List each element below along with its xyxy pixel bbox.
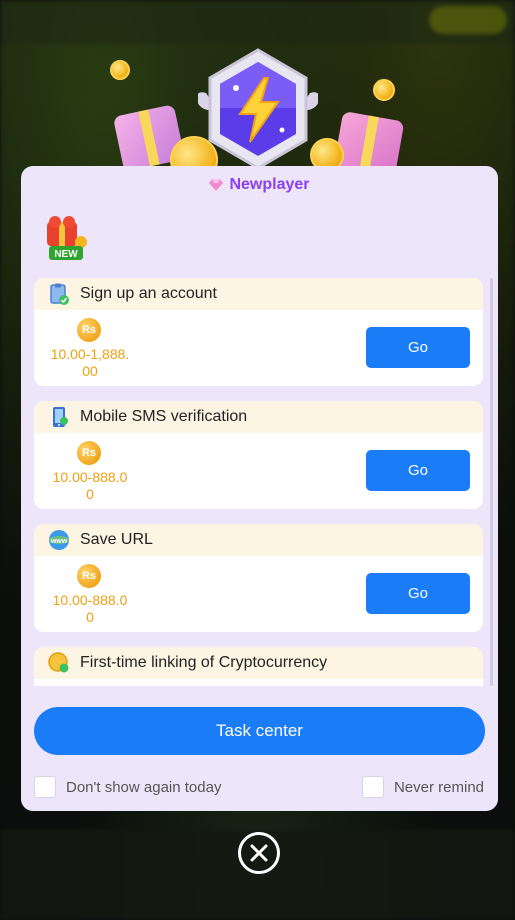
task-title: Mobile SMS verification xyxy=(80,408,248,425)
task-card: Sign up an account Rs 10.00-1,888.00 Go xyxy=(34,278,483,386)
task-card: www Save URL Rs 10.00-888.00 Go xyxy=(34,524,483,632)
task-title: First-time linking of Cryptocurrency xyxy=(80,654,328,671)
never-remind-checkbox[interactable] xyxy=(361,776,384,798)
newplayer-modal: Newplayer NEW Sign up an account Rs 10.0… xyxy=(21,166,498,811)
task-card: First-time linking of Cryptocurrency Rs … xyxy=(34,647,483,686)
reward-amount: 10.00-888.00 xyxy=(52,592,128,625)
dont-show-checkbox[interactable] xyxy=(34,776,56,798)
task-title: Save URL xyxy=(80,531,153,548)
rupee-coin-icon: Rs xyxy=(77,564,101,588)
task-title: Sign up an account xyxy=(80,285,217,302)
reward-amount: 10.00-888.00 xyxy=(52,469,128,502)
never-remind-label: Never remind xyxy=(393,778,484,796)
dont-show-label: Don't show again today xyxy=(66,778,222,796)
new-gift-badge-icon: NEW xyxy=(47,216,87,260)
clipboard-check-icon xyxy=(50,283,69,305)
dont-show-today-option[interactable]: Don't show again today xyxy=(34,776,221,798)
close-modal-button[interactable] xyxy=(238,832,280,874)
close-icon xyxy=(250,844,268,862)
www-globe-icon: www xyxy=(49,530,69,550)
modal-title: Newplayer xyxy=(229,176,310,193)
task-list-scrollbar[interactable] xyxy=(490,278,493,686)
go-button[interactable]: Go xyxy=(366,573,470,614)
task-card: Mobile SMS verification Rs 10.00-888.00 … xyxy=(34,401,483,509)
task-header: First-time linking of Cryptocurrency xyxy=(34,647,483,679)
task-center-button[interactable]: Task center xyxy=(34,707,485,755)
rupee-coin-icon: Rs xyxy=(77,441,101,465)
task-header: www Save URL xyxy=(34,524,483,556)
reward-amount: 10.00-1,888.00 xyxy=(50,346,130,379)
never-remind-option[interactable]: Never remind xyxy=(361,776,484,798)
modal-header: Newplayer xyxy=(21,166,498,204)
task-list[interactable]: Sign up an account Rs 10.00-1,888.00 Go … xyxy=(34,278,486,686)
crypto-coin-icon xyxy=(48,652,69,673)
new-badge-text: NEW xyxy=(54,249,78,260)
task-header: Sign up an account xyxy=(34,278,483,310)
task-header: Mobile SMS verification xyxy=(34,401,483,433)
gem-icon xyxy=(209,179,224,191)
rupee-coin-icon: Rs xyxy=(77,318,101,342)
go-button[interactable]: Go xyxy=(366,327,470,368)
svg-text:www: www xyxy=(50,538,68,545)
phone-icon xyxy=(53,407,68,427)
background-pill xyxy=(429,6,507,34)
go-button[interactable]: Go xyxy=(366,450,470,491)
